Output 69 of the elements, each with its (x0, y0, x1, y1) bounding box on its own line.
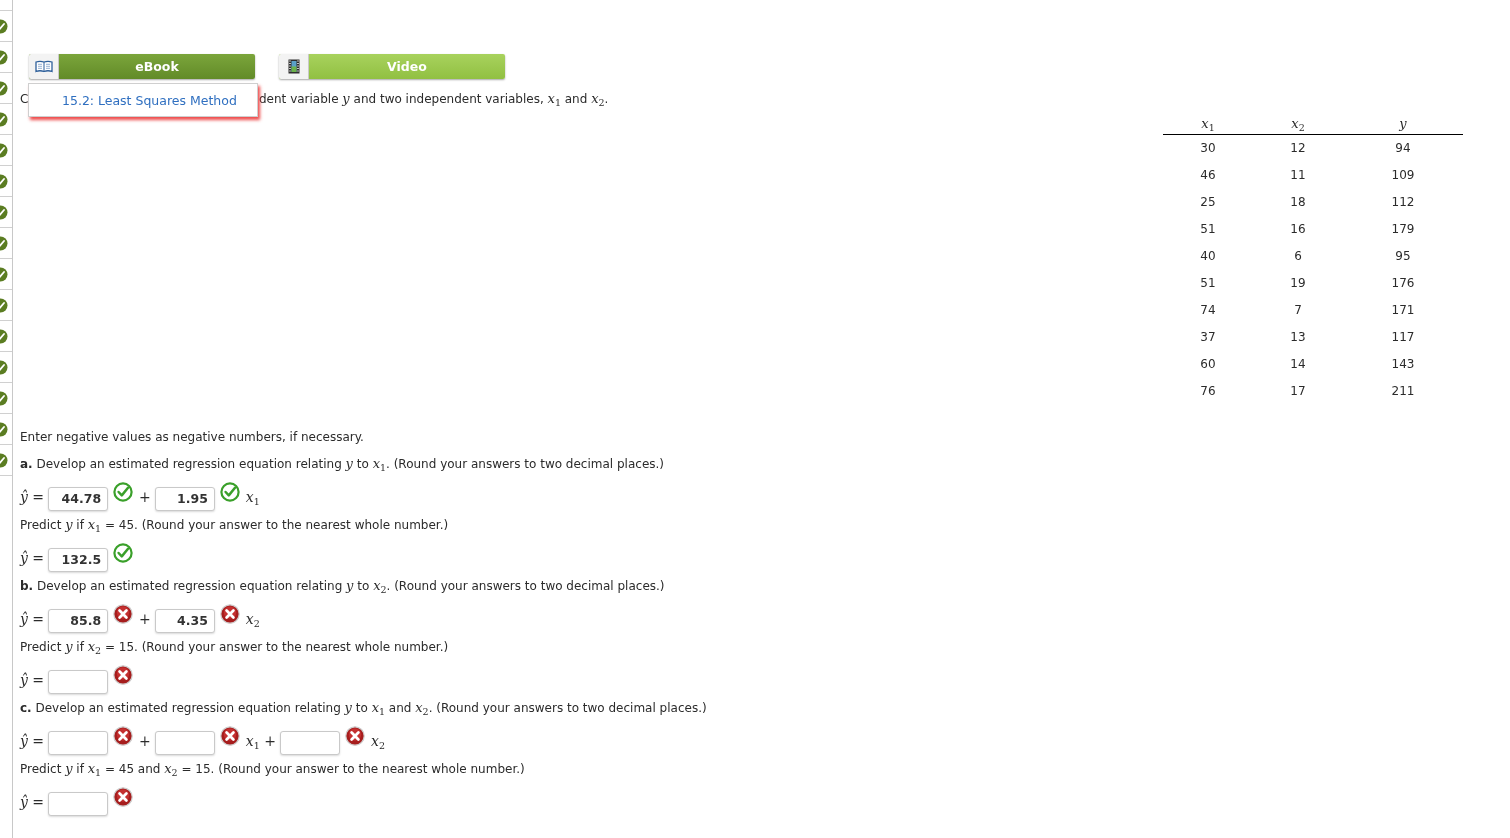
answer-field[interactable]: 44.78 (48, 486, 109, 511)
question-nav-item[interactable] (0, 444, 12, 476)
math-term: + (139, 611, 151, 627)
question-text: Predict y if x$_{2}$ = 15. (Round your answer to the nearest whole number.) (20, 638, 449, 656)
book-icon (29, 54, 59, 79)
math-term: x$_{2}$ (245, 611, 260, 627)
question-text: Predict y if x$_{1}$ = 45 and x$_{2}$ = 15. (Round your answer to the nearest whole number.) (20, 760, 525, 778)
film-icon (279, 54, 309, 79)
column-header: x$_{1}$ (1200, 115, 1216, 134)
table-cell-text: 171 (1390, 302, 1416, 319)
column-header: x$_{2}$ (1290, 115, 1306, 134)
table-cell-text: 37 (1199, 329, 1217, 346)
math-label: ŷ = (20, 550, 45, 566)
table-cell-text: 76 (1199, 383, 1217, 400)
math-label: ŷ = (20, 794, 45, 810)
table-cell-text: 14 (1289, 356, 1307, 373)
section-link[interactable]: 15.2: Least Squares Method (62, 92, 237, 108)
math-term: x$_{1}$ + (245, 733, 276, 749)
table-cell-text: 95 (1394, 248, 1412, 265)
table-cell-text: 18 (1289, 194, 1307, 211)
intro-text: dent variable y and two independent variables, x$_{1}$ and x$_{2}$. (259, 90, 609, 108)
table-cell-text: 46 (1199, 167, 1217, 184)
table-cell-text: 25 (1199, 194, 1217, 211)
math-term: + (139, 733, 151, 749)
table-cell-text: 16 (1289, 221, 1307, 238)
answer-field[interactable]: 85.8 (48, 608, 109, 633)
table-cell-text: 179 (1390, 221, 1416, 238)
table-cell-text: 13 (1289, 329, 1307, 346)
table-cell-text: 60 (1199, 356, 1217, 373)
math-label: ŷ = (20, 489, 45, 505)
table-cell-text: 112 (1390, 194, 1416, 211)
table-cell-text: 6 (1293, 248, 1303, 265)
answer-field[interactable]: 132.5 (48, 547, 109, 572)
table-cell-text: 94 (1394, 140, 1412, 157)
math-label: ŷ = (20, 611, 45, 627)
table-cell-text: 7 (1293, 302, 1303, 319)
table-cell-text: 12 (1289, 140, 1307, 157)
question-text: Predict y if x$_{1}$ = 45. (Round your answer to the nearest whole number.) (20, 516, 449, 534)
table-cell-text: 17 (1289, 383, 1307, 400)
math-term: x$_{2}$ (371, 733, 385, 749)
column-header: y (1398, 115, 1408, 133)
math-term: + (139, 489, 151, 505)
question-text: a. Develop an estimated regression equation relating y to x$_{1}$. (Round your answers to two decimal places.) (20, 455, 665, 473)
question-text: Enter negative values as negative numbers, if necessary. (20, 429, 364, 446)
table-cell-text: 143 (1390, 356, 1416, 373)
answer-field[interactable] (280, 730, 340, 755)
intro-text: C (20, 91, 29, 108)
answer-field[interactable]: 4.35 (154, 608, 215, 633)
answer-field[interactable]: 1.95 (154, 486, 215, 511)
table-cell-text: 74 (1199, 302, 1217, 319)
math-label: ŷ = (20, 672, 45, 688)
question-text: b. Develop an estimated regression equation relating y to x$_{2}$. (Round your answers to two decimal places.) (20, 577, 665, 595)
table-cell-text: 19 (1289, 275, 1307, 292)
answer-field[interactable] (154, 730, 215, 755)
answer-field[interactable] (48, 669, 109, 694)
table-cell-text: 30 (1199, 140, 1217, 157)
math-label: ŷ = (20, 733, 45, 749)
math-term: x$_{1}$ (245, 489, 260, 505)
table-cell-text: 51 (1199, 275, 1217, 292)
table-cell-text: 109 (1390, 167, 1416, 184)
table-cell-text: 211 (1390, 383, 1416, 400)
table-cell-text: 117 (1390, 329, 1416, 346)
answer-field[interactable] (48, 791, 109, 816)
table-cell-text: 11 (1289, 167, 1307, 184)
table-cell-text: 176 (1390, 275, 1416, 292)
table-cell-text: 40 (1199, 248, 1217, 265)
answer-field[interactable] (48, 730, 109, 755)
table-cell-text: 51 (1199, 221, 1217, 238)
question-text: c. Develop an estimated regression equation relating y to x$_{1}$ and x$_{2}$. (Round your answers to two decimal places.) (20, 699, 707, 717)
